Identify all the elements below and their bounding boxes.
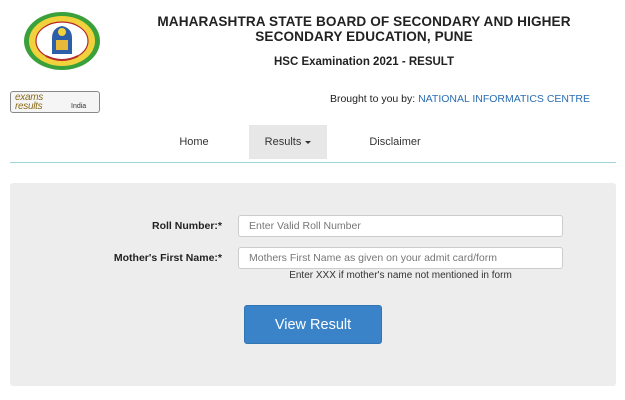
main-nav: Home Results Disclaimer bbox=[0, 125, 625, 161]
board-emblem-icon bbox=[24, 12, 100, 70]
nic-link[interactable]: NATIONAL INFORMATICS CENTRE bbox=[418, 93, 590, 105]
credit-line: Brought to you by: NATIONAL INFORMATICS … bbox=[250, 93, 590, 105]
roll-number-input[interactable] bbox=[238, 215, 563, 237]
partner-logo-text-3: India bbox=[71, 103, 87, 110]
exams-results-india-logo[interactable]: exams results India bbox=[10, 91, 100, 113]
nav-home[interactable]: Home bbox=[164, 125, 224, 159]
exam-subtitle: HSC Examination 2021 - RESULT bbox=[274, 56, 454, 68]
nav-disclaimer-label: Disclaimer bbox=[369, 136, 421, 148]
nav-home-label: Home bbox=[179, 136, 209, 148]
credit-prefix: Brought to you by: bbox=[329, 93, 419, 105]
result-form: Roll Number:* Mother's First Name:* Ente… bbox=[10, 183, 616, 386]
board-title-line-1: MAHARASHTRA STATE BOARD OF SECONDARY AND… bbox=[157, 14, 571, 29]
mother-name-hint: Enter XXX if mother's name not mentioned… bbox=[289, 270, 512, 281]
caret-down-icon bbox=[305, 140, 312, 144]
nav-divider bbox=[10, 162, 616, 163]
nav-disclaimer[interactable]: Disclaimer bbox=[355, 125, 435, 159]
nav-results-label: Results bbox=[264, 136, 302, 148]
mother-name-label: Mother's First Name:* bbox=[113, 252, 222, 264]
partner-logo-text-2: results bbox=[15, 101, 43, 112]
roll-number-label: Roll Number:* bbox=[151, 220, 222, 232]
view-result-button[interactable]: View Result bbox=[244, 305, 382, 344]
board-title-line-2: SECONDARY EDUCATION, PUNE bbox=[255, 29, 473, 44]
nav-results[interactable]: Results bbox=[249, 125, 327, 159]
board-title: MAHARASHTRA STATE BOARD OF SECONDARY AND… bbox=[116, 14, 612, 44]
mother-name-input[interactable] bbox=[238, 247, 563, 269]
